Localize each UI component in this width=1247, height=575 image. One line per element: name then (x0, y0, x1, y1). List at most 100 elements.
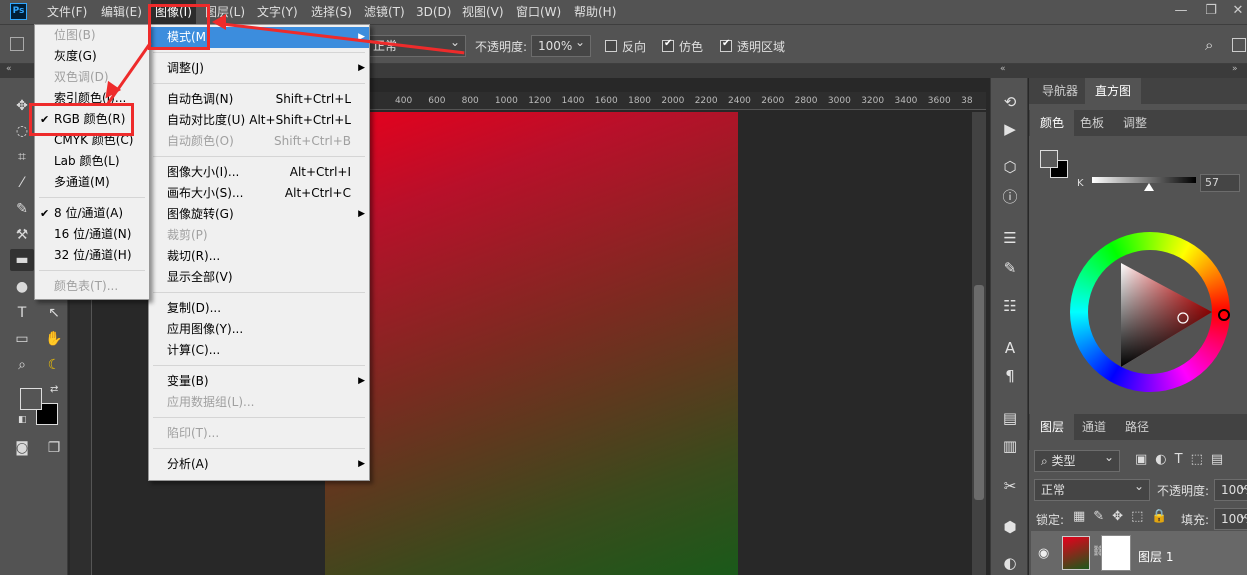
stamp-tool-icon[interactable]: ⚒ (10, 224, 34, 246)
tool-preset-icon[interactable] (10, 37, 24, 51)
collapse-arrows-icon[interactable]: « (6, 64, 12, 74)
image-menu-item: 应用数据组(L)... (167, 392, 351, 413)
tab-channels[interactable]: 通道 (1072, 414, 1116, 440)
tab-color[interactable]: 颜色 (1030, 110, 1075, 136)
layer-filter-label: 类型 (1051, 454, 1076, 468)
tools-preset-icon[interactable]: ✂ (1000, 476, 1020, 496)
eyedropper-tool-icon[interactable]: ⁄ (10, 172, 34, 194)
paragraph-icon[interactable]: ¶ (1000, 366, 1020, 386)
layer-filter-select[interactable]: ⌕ 类型 (1034, 447, 1120, 472)
image-menu-item[interactable]: 裁切(R)... (167, 246, 351, 267)
blend-mode-select[interactable]: 正常 (1034, 476, 1150, 501)
banana-icon[interactable]: ☾ (42, 354, 66, 376)
menu-top-item[interactable]: 选择(S) (311, 0, 352, 24)
cube-icon[interactable]: ⬢ (1000, 517, 1020, 537)
brush-tool-icon[interactable]: ✎ (10, 198, 34, 220)
image-menu-item[interactable]: 自动对比度(U) Alt+Shift+Ctrl+L (167, 110, 351, 131)
close-button[interactable]: ✕ (1220, 0, 1247, 24)
dodge-tool-icon[interactable]: ● (10, 276, 34, 298)
image-menu-item[interactable]: 显示全部(V) (167, 267, 351, 288)
mode-menu-item[interactable]: 32 位/通道(H) (54, 245, 146, 266)
mode-menu-item[interactable]: 16 位/通道(N) (54, 224, 146, 245)
layer-thumbnail[interactable] (1062, 536, 1090, 570)
image-menu-item[interactable]: 变量(B) ▶ (167, 371, 365, 392)
clone-source-icon[interactable]: ☷ (1000, 296, 1020, 316)
image-menu-item[interactable]: 分析(A) ▶ (167, 454, 365, 475)
document-canvas[interactable] (325, 112, 738, 575)
mode-menu-item[interactable]: 多通道(M) (54, 172, 146, 193)
menu-separator (39, 197, 145, 198)
image-menu-item[interactable]: 复制(D)... (167, 298, 351, 319)
layer-filter-icons[interactable]: ▣◐T⬚▤ (1135, 452, 1231, 467)
tab-adjustments[interactable]: 调整 (1113, 110, 1157, 136)
menu-top-item[interactable]: 文件(F) (47, 0, 87, 24)
image-menu-item[interactable]: 调整(J) ▶ (167, 58, 365, 79)
search-icon[interactable]: ⌕ (1205, 36, 1213, 54)
reverse-checkbox[interactable] (605, 40, 617, 52)
panels-collapse-arrows-icon[interactable]: » (1232, 64, 1238, 74)
default-colors-icon[interactable]: ◧ (18, 415, 27, 425)
hand-tool-icon[interactable]: ✋ (42, 328, 66, 350)
mode-menu-item[interactable]: ✔ 8 位/通道(A) (40, 203, 146, 224)
workspace-icon[interactable] (1232, 38, 1246, 52)
3d-icon[interactable]: ⬡ (1000, 157, 1020, 177)
scrollbar-thumb[interactable] (974, 285, 984, 500)
dither-checkbox[interactable] (662, 38, 674, 52)
transparency-checkbox[interactable] (720, 38, 732, 52)
image-menu-item[interactable]: 计算(C)... (167, 340, 351, 361)
brushes-icon[interactable]: ✎ (1000, 258, 1020, 278)
k-value-input[interactable]: 57 (1200, 174, 1240, 192)
adjust-icon[interactable]: ◐ (1000, 553, 1020, 573)
fg-swatch[interactable] (1040, 150, 1058, 168)
history-icon[interactable]: ⟲ (1000, 92, 1020, 112)
layer-mask-thumbnail[interactable] (1101, 535, 1131, 571)
image-menu-item[interactable]: 自动色调(N) Shift+Ctrl+L (167, 89, 351, 110)
menu-top-item[interactable]: 滤镜(T) (364, 0, 405, 24)
opacity-input[interactable]: 100% (531, 32, 591, 57)
menu-item-label: 调整(J) (167, 61, 204, 75)
menu-top-item[interactable]: 文字(Y) (257, 0, 298, 24)
info-icon[interactable]: ⓘ (1000, 187, 1020, 207)
tab-swatches[interactable]: 色板 (1070, 110, 1114, 136)
visibility-eye-icon[interactable]: ◉ (1038, 546, 1049, 561)
image-menu-item[interactable]: 图像大小(I)... Alt+Ctrl+I (167, 162, 351, 183)
character-icon[interactable]: A (1000, 338, 1020, 358)
menu-separator (153, 448, 365, 449)
menu-top-item[interactable]: 编辑(E) (101, 0, 142, 24)
path-select-tool-icon[interactable]: ↖ (42, 302, 66, 324)
image-menu-item[interactable]: 画布大小(S)... Alt+Ctrl+C (167, 183, 351, 204)
brush-settings-icon[interactable]: ☰ (1000, 228, 1020, 248)
tab-layers[interactable]: 图层 (1030, 414, 1075, 440)
mode-menu-item[interactable]: Lab 颜色(L) (54, 151, 146, 172)
zoom-tool-icon[interactable]: ⌕ (10, 354, 34, 376)
tab-navigator[interactable]: 导航器 (1032, 78, 1088, 104)
text-tool-icon[interactable]: T (10, 302, 34, 324)
color-triangle[interactable] (1088, 250, 1212, 374)
image-menu-item[interactable]: 图像旋转(G) ▶ (167, 204, 365, 225)
crop-tool-icon[interactable]: ⌗ (10, 146, 34, 168)
mode-menu-item[interactable]: 灰度(G) (54, 46, 146, 67)
menu-top-item[interactable]: 帮助(H) (574, 0, 616, 24)
screen-mode-icon[interactable]: ❐ (42, 437, 66, 459)
quick-mask-icon[interactable]: ◙ (10, 437, 34, 459)
k-slider-handle[interactable] (1144, 183, 1154, 191)
tab-paths[interactable]: 路径 (1115, 414, 1159, 440)
fill-input[interactable]: 100% (1214, 505, 1247, 530)
foreground-color-swatch[interactable] (20, 388, 42, 410)
dock-collapse-arrows-icon[interactable]: « (1000, 64, 1006, 74)
menu-top-item[interactable]: 窗口(W) (516, 0, 561, 24)
rectangle-tool-icon[interactable]: ▭ (10, 328, 34, 350)
lock-icons[interactable]: ▦✎✥⬚🔒 (1073, 509, 1176, 524)
image-menu-item[interactable]: 应用图像(Y)... (167, 319, 351, 340)
menu-top-item[interactable]: 3D(D) (416, 0, 451, 24)
menu-top-item[interactable]: 视图(V) (462, 0, 504, 24)
layer-name[interactable]: 图层 1 (1138, 548, 1173, 565)
swap-colors-icon[interactable]: ⇄ (50, 384, 58, 395)
notes-icon[interactable]: ▥ (1000, 436, 1020, 456)
layer-opacity-input[interactable]: 100% (1214, 476, 1247, 501)
tab-histogram[interactable]: 直方图 (1085, 78, 1142, 104)
hue-marker[interactable] (1218, 309, 1230, 321)
properties-icon[interactable]: ▤ (1000, 408, 1020, 428)
gradient-tool-icon[interactable]: ▬ (10, 249, 34, 271)
actions-play-icon[interactable]: ▶ (1000, 119, 1020, 139)
